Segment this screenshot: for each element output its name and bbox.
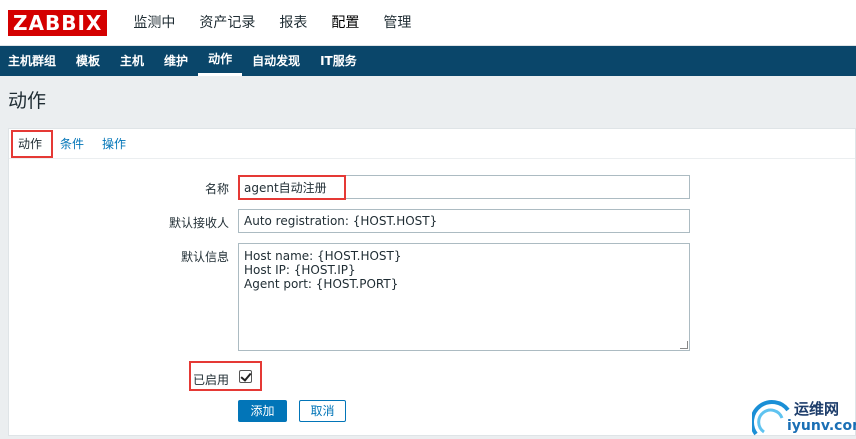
top-menu-administration[interactable]: 管理	[371, 0, 423, 46]
top-menu: 监测中 资产记录 报表 配置 管理	[121, 0, 423, 46]
action-form-panel: 动作 条件 操作 名称 默认接收人 默认信息 Host name: {HOST.…	[8, 128, 856, 436]
subnav-actions[interactable]: 动作	[198, 46, 243, 76]
default-recipient-label: 默认接收人	[168, 216, 229, 230]
watermark-text: 运维网	[794, 400, 840, 418]
top-menu-reports[interactable]: 报表	[267, 0, 319, 46]
name-input[interactable]	[238, 175, 690, 199]
form-tabs: 动作 条件 操作	[9, 129, 855, 159]
watermark-url: iyunv.com	[787, 418, 856, 434]
page-title: 动作	[8, 90, 47, 112]
add-button[interactable]: 添加	[238, 400, 287, 422]
cancel-button[interactable]: 取消	[299, 400, 346, 422]
name-label: 名称	[204, 182, 229, 196]
default-message-label: 默认信息	[180, 250, 229, 264]
tab-action[interactable]: 动作	[9, 129, 51, 159]
subnav-discovery[interactable]: 自动发现	[242, 46, 310, 76]
enabled-label: 已启用	[192, 373, 229, 387]
top-menu-inventory[interactable]: 资产记录	[187, 0, 267, 46]
subnav-it-services[interactable]: IT服务	[310, 46, 367, 76]
subnav-host-groups[interactable]: 主机群组	[0, 46, 66, 76]
enabled-checkbox[interactable]	[239, 370, 252, 383]
top-menu-monitoring[interactable]: 监测中	[121, 0, 187, 46]
zabbix-logo[interactable]: ZABBIX	[8, 9, 108, 36]
tab-operations[interactable]: 操作	[93, 129, 135, 159]
subnav-hosts[interactable]: 主机	[110, 46, 154, 76]
default-message-textarea[interactable]: Host name: {HOST.HOST} Host IP: {HOST.IP…	[238, 243, 690, 351]
subnav-templates[interactable]: 模板	[66, 46, 110, 76]
top-header: ZABBIX 监测中 资产记录 报表 配置 管理	[0, 0, 856, 46]
tab-conditions[interactable]: 条件	[51, 129, 93, 159]
default-recipient-input[interactable]	[238, 209, 690, 233]
top-menu-configuration[interactable]: 配置	[319, 0, 371, 46]
sub-navigation: 主机群组 模板 主机 维护 动作 自动发现 IT服务	[0, 46, 856, 76]
textarea-resize-handle[interactable]	[680, 341, 688, 349]
subnav-maintenance[interactable]: 维护	[154, 46, 198, 76]
